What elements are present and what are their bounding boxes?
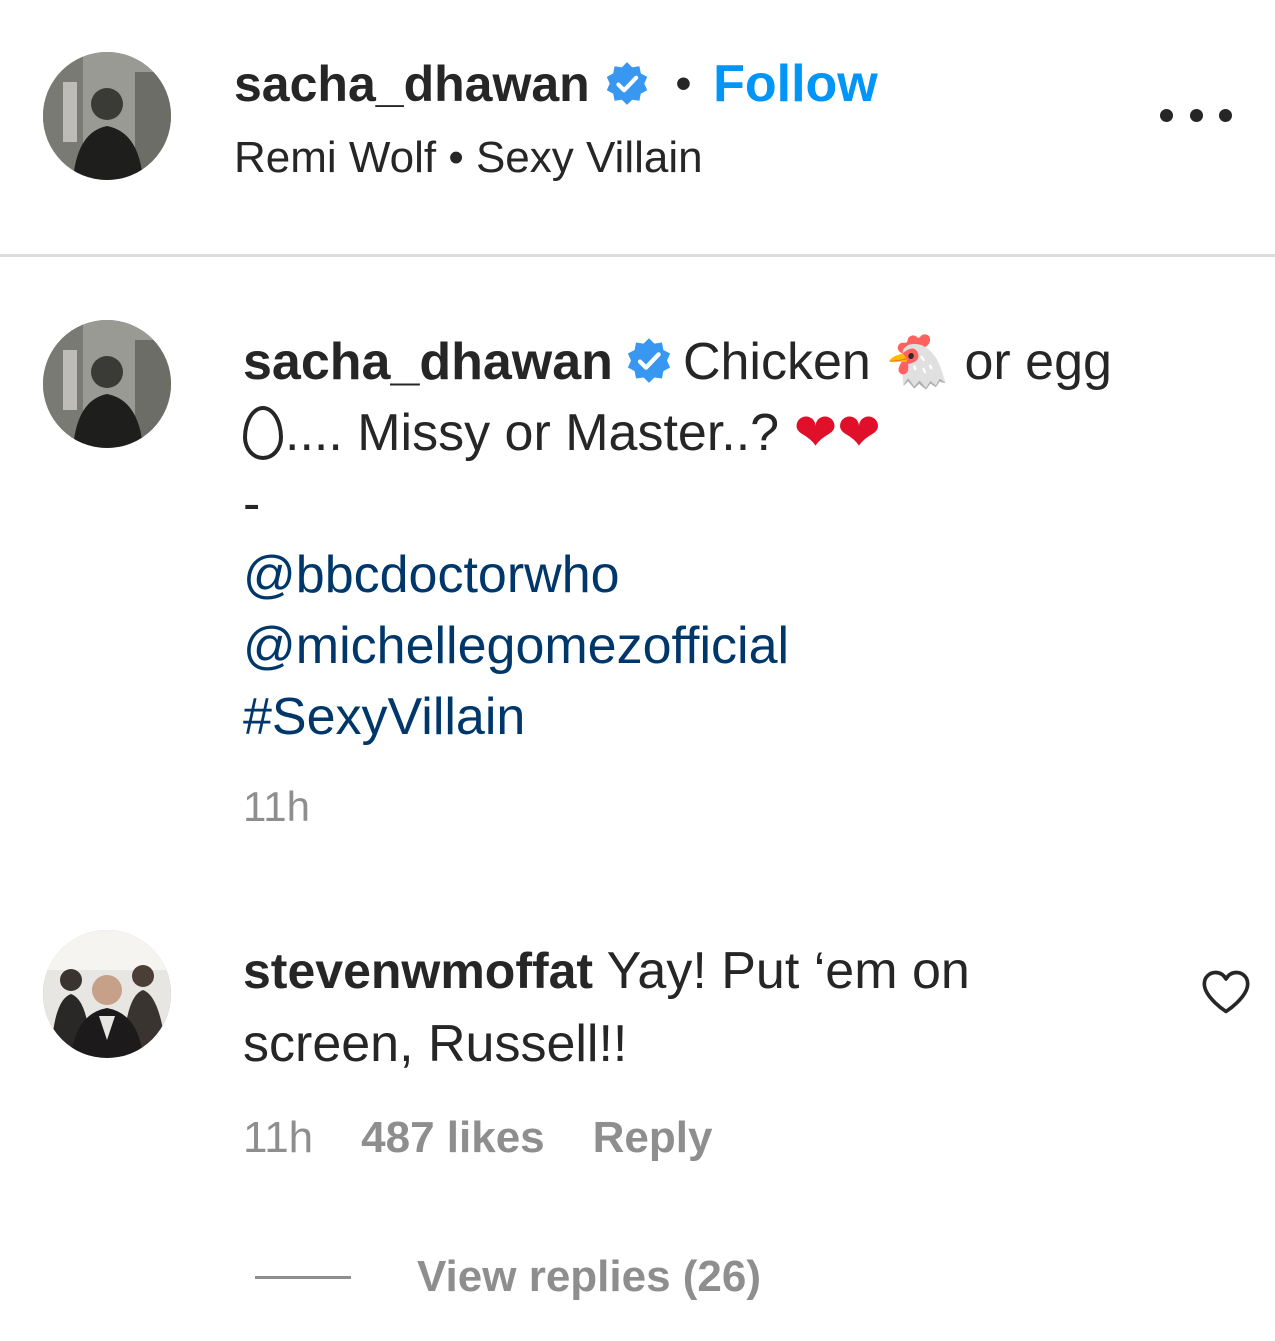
mention-michellegomezofficial[interactable]: @michellegomezofficial <box>243 617 789 675</box>
heart-emojis: ❤❤ <box>793 403 881 463</box>
comment-meta: 11h 487 likes Reply <box>243 1113 712 1163</box>
comment-likes[interactable]: 487 likes <box>361 1113 545 1163</box>
post-author-username[interactable]: sacha_dhawan <box>234 55 590 113</box>
verified-badge-icon <box>606 62 647 105</box>
dot <box>1189 108 1203 122</box>
audio-track-link[interactable]: Remi Wolf • Sexy Villain <box>234 133 703 183</box>
caption-timestamp[interactable]: 11h <box>243 783 310 831</box>
commenter-avatar[interactable] <box>43 930 171 1058</box>
verified-badge-icon <box>627 338 671 383</box>
caption-dash: - <box>243 475 261 533</box>
post-caption: sacha_dhawan Chicken 🐔 or egg .... Missy… <box>243 327 1243 753</box>
mention-bbcdoctorwho[interactable]: @bbcdoctorwho <box>243 546 620 604</box>
caption-text: Chicken <box>682 333 886 391</box>
divider <box>0 254 1275 257</box>
caption-avatar[interactable] <box>43 320 171 448</box>
comment-timestamp[interactable]: 11h <box>243 1113 313 1163</box>
dot <box>1219 108 1232 122</box>
chicken-emoji: 🐔 <box>885 332 951 392</box>
caption-text: .... Missy or Master..? <box>285 404 794 462</box>
hashtag-sexyvillain[interactable]: #SexyVillain <box>243 688 525 746</box>
commenter-username[interactable]: stevenwmoffat <box>243 943 593 999</box>
view-replies-label: View replies (26) <box>417 1252 762 1301</box>
view-replies-button[interactable]: View replies (26) <box>255 1252 761 1302</box>
follow-button[interactable]: Follow <box>713 54 878 114</box>
caption-text: or egg <box>950 333 1112 391</box>
egg-emoji-icon <box>243 406 283 460</box>
comment-body: stevenwmoffat Yay! Put ‘em on screen, Ru… <box>243 935 1143 1081</box>
avatar[interactable] <box>43 52 171 180</box>
like-heart-icon[interactable] <box>1200 968 1252 1016</box>
caption-username[interactable]: sacha_dhawan <box>243 333 613 391</box>
reply-button[interactable]: Reply <box>593 1113 713 1163</box>
separator-dot: • <box>675 59 692 108</box>
dot <box>1160 108 1173 122</box>
more-options-icon[interactable] <box>1160 100 1232 130</box>
replies-line <box>255 1275 351 1279</box>
